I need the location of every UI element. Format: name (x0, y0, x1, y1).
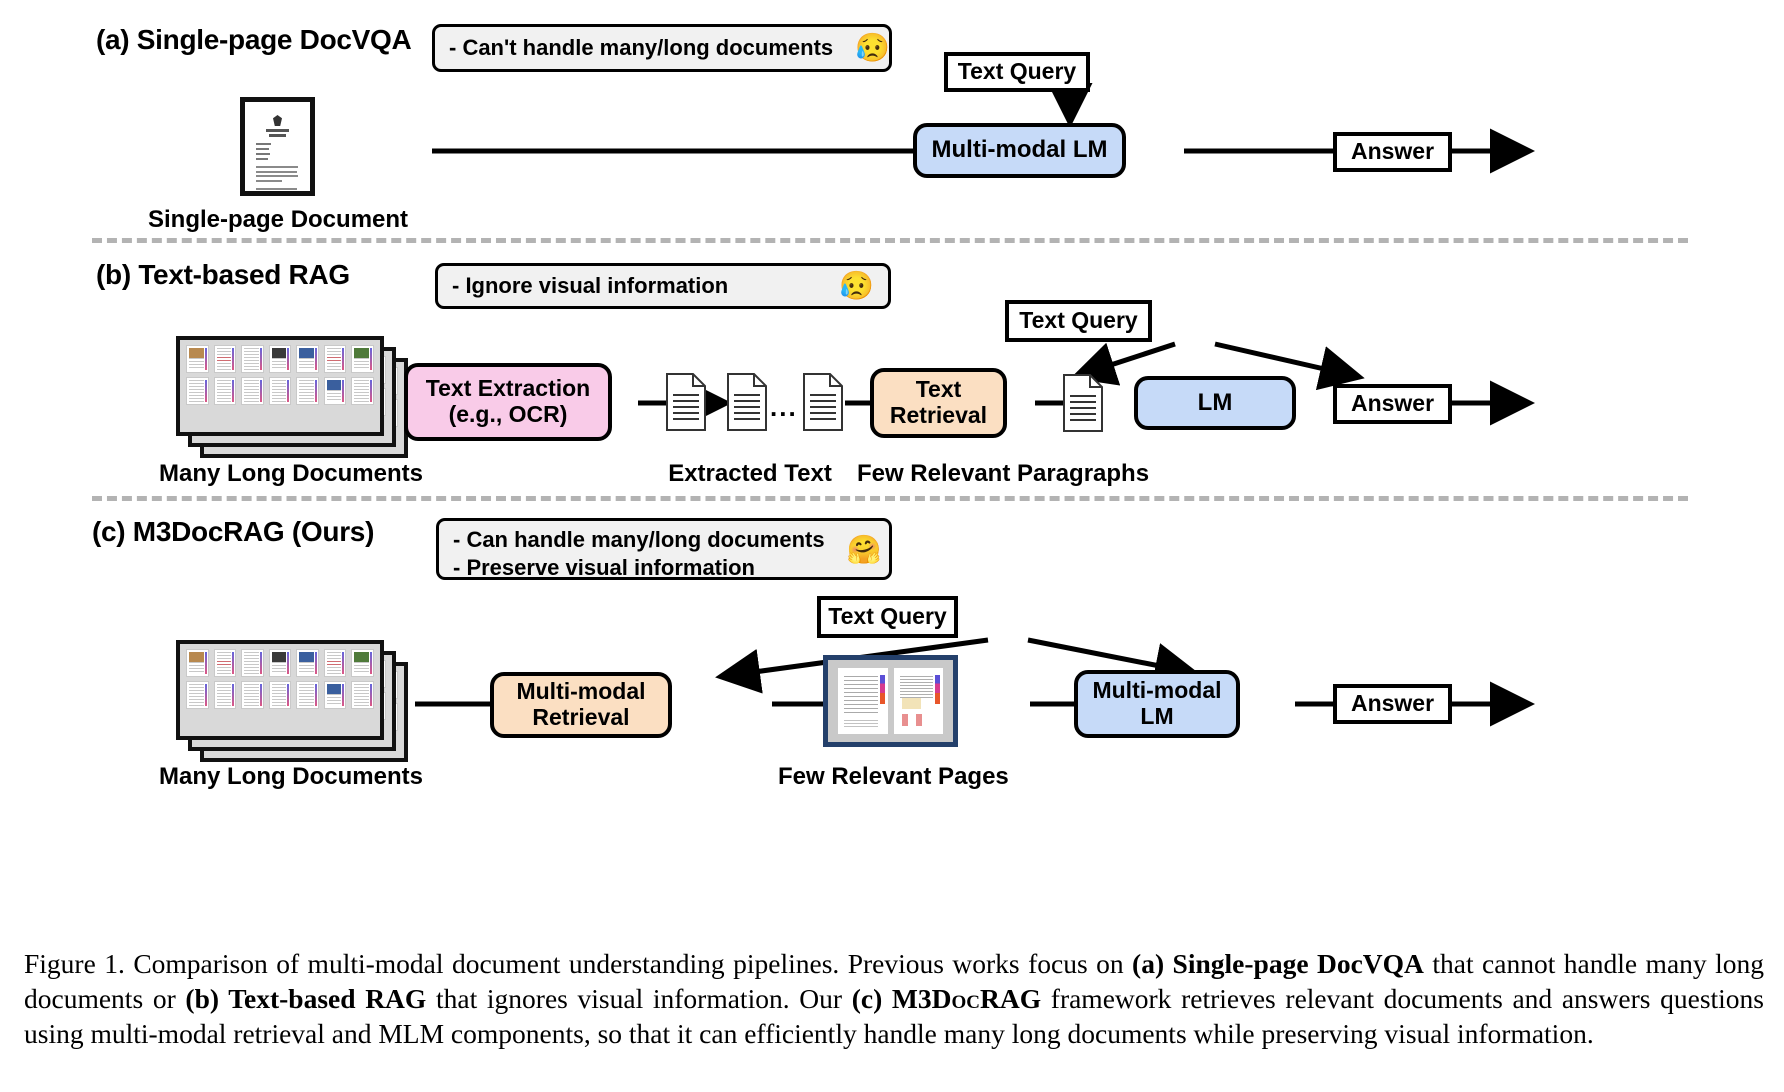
text-retrieval-node: Text Retrieval (870, 368, 1007, 438)
section-c-multi-modal-lm-node: Multi-modal LM (1074, 670, 1240, 738)
multi-modal-retrieval-node: Multi-modal Retrieval (490, 672, 672, 738)
text-retrieval-line-2: Retrieval (889, 402, 988, 428)
section-c-lm-line-2: LM (1140, 703, 1174, 729)
many-long-documents-stack-b (176, 336, 412, 460)
section-b-answer-node: Answer (1333, 384, 1452, 424)
multi-modal-retrieval-line-1: Multi-modal (516, 678, 646, 705)
sad-but-relieved-face-icon: 😥 (855, 32, 891, 63)
caption-prefix: Figure 1. Comparison of multi-modal docu… (24, 948, 1133, 979)
caption-bold-c-prefix: (c) (851, 983, 892, 1015)
document-icon (727, 373, 767, 431)
section-a-multi-modal-lm-node: Multi-modal LM (913, 123, 1126, 178)
text-extraction-line-1: Text Extraction (425, 375, 591, 402)
section-b-lm-node: LM (1134, 376, 1296, 430)
section-c-lm-line-1: Multi-modal (1092, 677, 1222, 704)
section-a-title: (a) Single-page DocVQA (96, 24, 412, 55)
caption-bold-a: (a) Single-page DocVQA (1132, 948, 1424, 979)
figure-1-diagram: (a) Single-page DocVQA - Can't handle ma… (0, 0, 1784, 1092)
caption-bold-c: M3DocRAG (891, 983, 1042, 1015)
section-c-answer-node: Answer (1333, 684, 1452, 724)
extracted-text-label: Extracted Text (668, 460, 832, 487)
section-b-title: (b) Text-based RAG (96, 259, 350, 290)
caption-mid-2: that ignores visual information. Our (426, 983, 852, 1015)
section-c-callout-line-1: - Can handle many/long documents (453, 527, 825, 552)
section-b-callout: - Ignore visual information 😥 (435, 263, 891, 309)
document-icon (803, 373, 843, 431)
ellipsis-label: ... (770, 392, 798, 422)
figure-caption: Figure 1. Comparison of multi-modal docu… (24, 946, 1764, 1052)
relevant-page-left (838, 668, 888, 734)
section-a-callout-line-1: - Can't handle many/long documents (449, 35, 834, 60)
section-c-callout: - Can handle many/long documents - Prese… (436, 518, 892, 580)
divider-b-c (92, 496, 1688, 501)
single-page-document-thumbnail (240, 97, 315, 196)
section-c-title: (c) M3DocRAG (Ours) (92, 516, 375, 547)
relevant-page-right (893, 668, 943, 734)
caption-bold-b: (b) Text-based RAG (185, 983, 427, 1015)
text-retrieval-line-1: Text (915, 376, 962, 403)
single-page-document-label: Single-page Document (148, 206, 409, 233)
document-icon (1063, 374, 1103, 432)
section-a-text-query-node: Text Query (944, 52, 1090, 92)
section-b-callout-line-1: - Ignore visual information (452, 273, 729, 298)
sad-but-relieved-face-icon: 😥 (839, 270, 874, 301)
section-a-callout: - Can't handle many/long documents 😥 (432, 24, 892, 72)
few-relevant-pages-thumbnail (823, 655, 958, 747)
divider-a-b (92, 238, 1688, 243)
text-extraction-line-2: (e.g., OCR) (448, 401, 568, 427)
few-relevant-pages-label: Few Relevant Pages (778, 763, 1009, 790)
many-long-documents-label-c: Many Long Documents (158, 763, 423, 790)
document-icon (666, 373, 706, 431)
section-c-text-query-node: Text Query (817, 596, 958, 638)
hugging-face-icon: 🤗 (846, 534, 882, 565)
text-extraction-node: Text Extraction (e.g., OCR) (404, 363, 612, 441)
section-c-callout-line-2: - Preserve visual information (453, 555, 755, 580)
section-a-answer-node: Answer (1333, 132, 1452, 172)
many-long-documents-label-b: Many Long Documents (158, 460, 423, 487)
section-b-text-query-node: Text Query (1005, 300, 1152, 342)
many-long-documents-stack-c (176, 640, 412, 764)
multi-modal-retrieval-line-2: Retrieval (532, 704, 630, 730)
few-relevant-paragraphs-label: Few Relevant Paragraphs (856, 460, 1150, 487)
